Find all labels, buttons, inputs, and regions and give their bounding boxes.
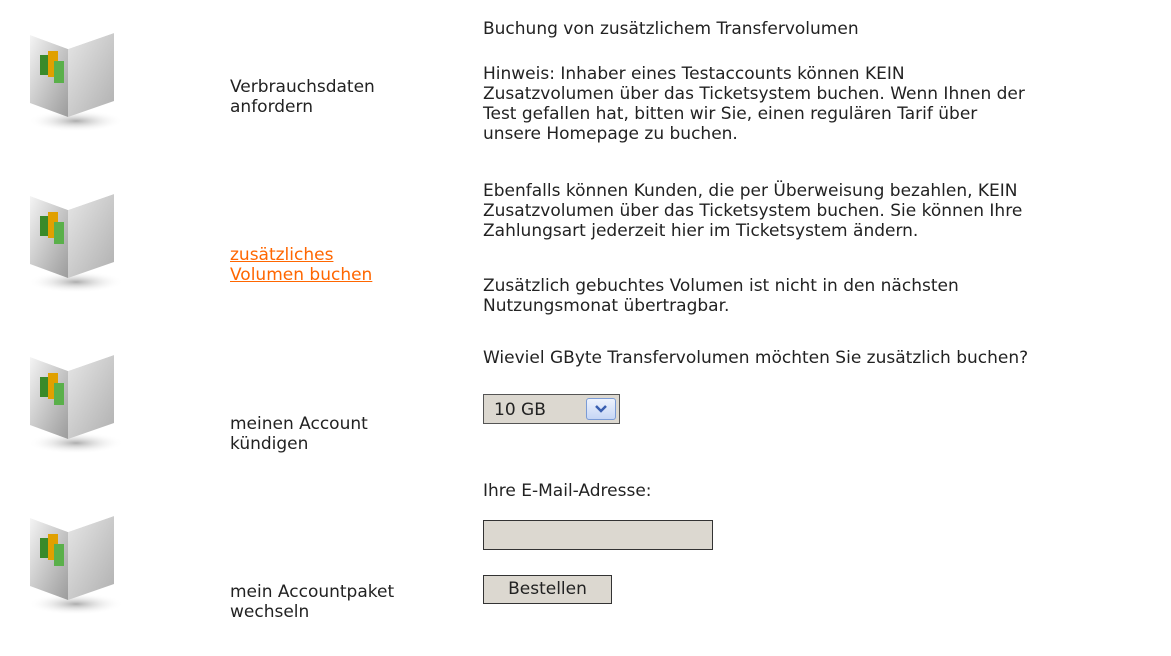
sidebar-item-buy-volume[interactable]: zusätzliches Volumen buchen <box>0 178 470 328</box>
chevron-down-icon[interactable] <box>586 398 616 420</box>
sidebar-item-usage-data[interactable]: Verbrauchsdaten anfordern <box>0 17 470 167</box>
book-cube-icon <box>28 184 124 293</box>
carryover-note-paragraph: Zusätzlich gebuchtes Volumen ist nicht i… <box>483 276 959 316</box>
order-button[interactable]: Bestellen <box>483 575 612 604</box>
book-cube-icon <box>28 345 124 454</box>
volume-question: Wieviel GByte Transfervolumen möchten Si… <box>483 348 1029 368</box>
book-cube-icon <box>28 506 124 615</box>
book-cube-icon <box>28 23 124 132</box>
email-field[interactable] <box>483 520 713 550</box>
page-title: Buchung von zusätzlichem Transfervolumen <box>483 19 859 39</box>
note-paragraph: Hinweis: Inhaber eines Testaccounts könn… <box>483 64 1025 144</box>
sidebar-item-label: Verbrauchsdaten anfordern <box>230 77 375 117</box>
sidebar-item-change-package[interactable]: mein Accountpaket wechseln <box>0 500 470 650</box>
sidebar-item-cancel-account[interactable]: meinen Account kündigen <box>0 339 470 489</box>
transfer-note-paragraph: Ebenfalls können Kunden, die per Überwei… <box>483 181 1023 241</box>
sidebar-item-label-link[interactable]: zusätzliches Volumen buchen <box>230 245 460 285</box>
sidebar-item-label: meinen Account kündigen <box>230 414 368 454</box>
volume-select[interactable]: 10 GB <box>483 394 620 424</box>
email-label: Ihre E-Mail-Adresse: <box>483 481 652 501</box>
volume-select-value: 10 GB <box>494 400 546 420</box>
sidebar-item-label: mein Accountpaket wechseln <box>230 582 395 622</box>
